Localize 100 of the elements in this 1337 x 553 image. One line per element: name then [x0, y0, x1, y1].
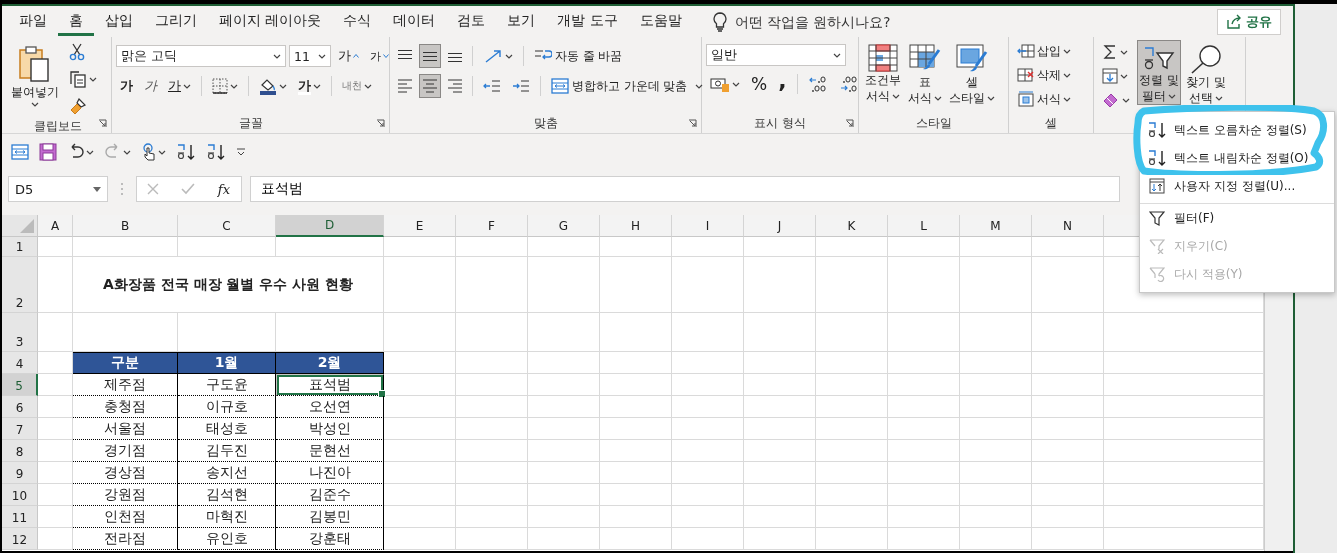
group-label: 글꼴 — [238, 115, 263, 132]
ribbon-tab[interactable]: 파일 — [8, 7, 58, 36]
column-header[interactable]: A — [38, 215, 73, 237]
table-cell: 충청점 — [73, 396, 178, 418]
ribbon-tab[interactable]: 검토 — [446, 7, 497, 36]
percent-button[interactable]: % — [747, 72, 772, 96]
ribbon-tab[interactable]: 삽입 — [94, 7, 144, 36]
column-header[interactable]: C — [178, 215, 276, 237]
underline-button[interactable]: 가 — [164, 74, 195, 98]
sheet-title: A화장품 전국 매장 월별 우수 사원 현황 — [73, 257, 384, 313]
table-cell: 오선연 — [276, 396, 384, 418]
merge-center-button[interactable]: 병합하고 가운데 맞춤 — [547, 74, 708, 98]
table-cell: 전라점 — [73, 528, 178, 550]
row-header[interactable]: 6 — [2, 396, 38, 418]
table-cell: 유인호 — [178, 528, 276, 550]
ribbon-tab[interactable]: 개발 도구 — [546, 7, 629, 36]
column-header[interactable]: B — [73, 215, 178, 237]
table-cell: 나진아 — [276, 462, 384, 484]
style-button[interactable]: 셀 스타일 — [947, 40, 997, 107]
column-header[interactable]: D — [276, 215, 384, 237]
row-header[interactable]: 5 — [2, 374, 38, 396]
group-label: 맞춤 — [533, 115, 558, 132]
table-cell: 마혁진 — [178, 506, 276, 528]
menu-item[interactable]: 필터(F) — [1140, 203, 1334, 232]
ribbon-tab[interactable]: 데이터 — [382, 7, 447, 36]
font-name-dropdown[interactable]: 맑은 고딕 — [116, 45, 286, 67]
column-header[interactable]: N — [1032, 215, 1104, 237]
name-box[interactable]: D5 — [8, 176, 108, 202]
row-header[interactable]: 9 — [2, 462, 38, 484]
number-format-dropdown[interactable]: 일반 — [706, 44, 846, 66]
formula-field[interactable]: 표석범 — [250, 176, 1120, 202]
column-header[interactable]: H — [600, 215, 672, 237]
group-label: 클립보드 — [33, 118, 82, 135]
wrap-text-button[interactable]: 자동 줄 바꿈 — [530, 44, 627, 68]
table-cell: 제주점 — [73, 374, 178, 396]
table-cell: 강훈태 — [276, 528, 384, 550]
row-header[interactable]: 2 — [2, 257, 38, 313]
find-select-button[interactable]: 찾기 및 선택 — [1183, 40, 1228, 107]
table-cell: 김석현 — [178, 484, 276, 506]
table-cell: 서울점 — [73, 418, 178, 440]
column-header[interactable]: K — [816, 215, 888, 237]
ribbon-tab[interactable]: 그리기 — [144, 7, 208, 36]
phonetic-button[interactable]: 내천 — [338, 74, 376, 98]
increase-font-button[interactable]: 가 — [334, 44, 363, 68]
insert-function-button[interactable]: fx — [216, 180, 231, 198]
cells-button[interactable]: 삽입 — [1013, 40, 1075, 62]
table-cell: 경기점 — [73, 440, 178, 462]
table-cell: 문현선 — [276, 440, 384, 462]
table-cell: 태성호 — [178, 418, 276, 440]
menu-item[interactable]: 사용자 지정 정렬(U)... — [1140, 172, 1334, 200]
row-header[interactable]: 11 — [2, 506, 38, 528]
row-header[interactable]: 4 — [2, 352, 38, 374]
ribbon-tab[interactable]: 홈 — [58, 7, 94, 36]
table-header-cell: 1월 — [178, 352, 276, 374]
row-header[interactable]: 12 — [2, 528, 38, 550]
group-label: 표시 형식 — [754, 115, 806, 132]
column-header[interactable]: I — [672, 215, 744, 237]
table-header-cell: 구분 — [73, 352, 178, 374]
column-header[interactable]: L — [888, 215, 960, 237]
share-button[interactable]: 공유 — [1217, 8, 1281, 35]
table-cell: 김봉민 — [276, 506, 384, 528]
table-cell: 박성인 — [276, 418, 384, 440]
menu-item[interactable]: 텍스트 오름차순 정렬(S) — [1140, 116, 1334, 144]
cells-button[interactable]: 서식 — [1013, 88, 1075, 110]
column-header[interactable]: G — [528, 215, 600, 237]
table-cell: 표석범 — [276, 374, 384, 396]
table-cell: 인천점 — [73, 506, 178, 528]
column-header[interactable]: J — [744, 215, 816, 237]
decrease-font-button[interactable]: 가 — [366, 44, 393, 68]
group-label: 셀 — [1045, 115, 1057, 132]
paste-button[interactable]: 붙여넣기 — [8, 40, 62, 110]
font-size-dropdown[interactable]: 11 — [289, 45, 331, 67]
table-cell: 송지선 — [178, 462, 276, 484]
cells-button[interactable]: 삭제 — [1013, 64, 1075, 86]
table-cell: 이규호 — [178, 396, 276, 418]
row-header[interactable]: 8 — [2, 440, 38, 462]
column-header[interactable]: F — [456, 215, 528, 237]
table-header-cell: 2월 — [276, 352, 384, 374]
column-header[interactable]: M — [960, 215, 1032, 237]
table-cell: 경상점 — [73, 462, 178, 484]
table-cell: 강원점 — [73, 484, 178, 506]
ribbon-tab[interactable]: 도움말 — [628, 7, 693, 36]
style-button[interactable]: 조건부 서식 — [863, 40, 903, 105]
sort-filter-button[interactable]: 정렬 및 필터 — [1137, 40, 1181, 105]
row-header[interactable]: 10 — [2, 484, 38, 506]
menu-item[interactable]: 텍스트 내림차순 정렬(O) — [1140, 144, 1334, 172]
tell-me-field[interactable]: 어떤 작업을 원하시나요? — [732, 12, 947, 31]
column-header[interactable]: E — [384, 215, 456, 237]
row-header[interactable]: 1 — [2, 237, 38, 257]
row-header[interactable]: 3 — [2, 313, 38, 352]
style-button[interactable]: 표 서식 — [906, 40, 944, 107]
comma-style-button[interactable]: , — [774, 72, 791, 96]
font-color-button[interactable]: 가 — [294, 74, 325, 98]
bold-button[interactable]: 가 — [116, 74, 137, 98]
italic-button[interactable]: 가 — [140, 74, 161, 98]
table-cell: 김준수 — [276, 484, 384, 506]
row-header[interactable]: 7 — [2, 418, 38, 440]
ribbon-tab[interactable]: 페이지 레이아웃 — [208, 7, 333, 36]
ribbon-tab[interactable]: 수식 — [332, 7, 383, 36]
ribbon-tab[interactable]: 보기 — [496, 7, 547, 36]
